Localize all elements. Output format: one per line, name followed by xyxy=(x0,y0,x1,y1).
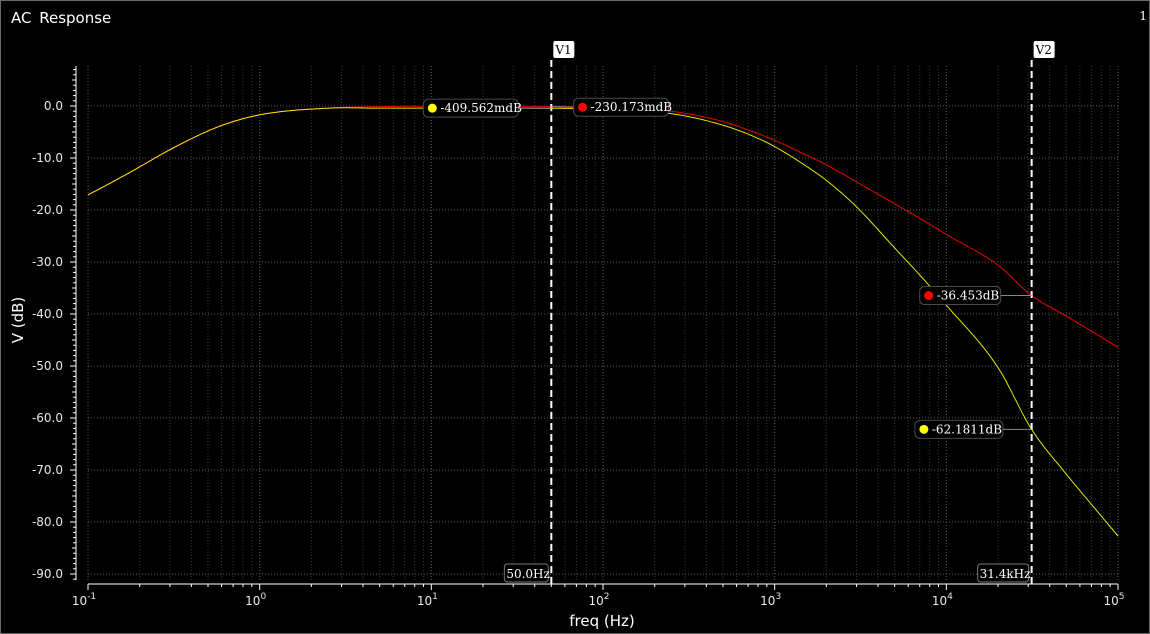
y-tick-label: -50.0 xyxy=(32,359,63,373)
cursor-layer: V1 50.0Hz V2 31.4kHz xyxy=(503,41,1055,584)
x-tick-label: 102 xyxy=(588,592,609,608)
x-tick-label: 100 xyxy=(245,592,266,608)
cursor-readout: 50.0Hz xyxy=(506,567,550,581)
ac-response-chart[interactable]: 0.0 -10.0 -20.0 -30.0 -40.0 -50.0 -60.0 -70.0 -8… xyxy=(0,0,1150,634)
marker-dot xyxy=(427,103,437,113)
marker-dot xyxy=(919,424,929,434)
marker-value: -62.1811dB xyxy=(932,422,1002,436)
y-axis-label: V (dB) xyxy=(9,297,27,344)
y-tick-label: 0.0 xyxy=(44,99,63,113)
y-tick-label: -70.0 xyxy=(32,463,63,477)
y-tick-label: -90.0 xyxy=(32,567,63,581)
y-tick-label: -20.0 xyxy=(32,203,63,217)
cursor-name-v1: V1 xyxy=(554,43,571,57)
series-line-1 xyxy=(87,105,1119,348)
y-tick-label: -40.0 xyxy=(32,307,63,321)
marker-value: -230.173mdB xyxy=(591,100,673,114)
marker-value: -409.562mdB xyxy=(440,101,522,115)
marker-dot xyxy=(924,291,934,301)
x-tick-label: 105 xyxy=(1103,592,1124,608)
cursor-readout: 31.4kHz xyxy=(980,567,1031,581)
x-axis-label: freq (Hz) xyxy=(569,612,635,630)
y-tick-label: -80.0 xyxy=(32,515,63,529)
cursor-name-v2: V2 xyxy=(1035,43,1052,57)
y-tick-label: -30.0 xyxy=(32,255,63,269)
x-tick-label: 10-1 xyxy=(72,592,96,608)
marker-dot xyxy=(578,102,588,112)
x-tick-label: 101 xyxy=(417,592,438,608)
x-tick-label: 104 xyxy=(932,592,953,608)
grid xyxy=(87,66,1119,581)
marker-leader-line xyxy=(551,106,574,108)
axes: 0.0 -10.0 -20.0 -30.0 -40.0 -50.0 -60.0 -70.0 -8… xyxy=(32,66,1125,608)
marker-layer: -409.562mdB -230.173mdB -36.453dB -62.1811d… xyxy=(422,97,1032,439)
y-tick-label: -60.0 xyxy=(32,411,63,425)
marker-value: -36.453dB xyxy=(937,289,1000,303)
y-tick-label: -10.0 xyxy=(32,151,63,165)
x-tick-label: 103 xyxy=(760,592,781,608)
